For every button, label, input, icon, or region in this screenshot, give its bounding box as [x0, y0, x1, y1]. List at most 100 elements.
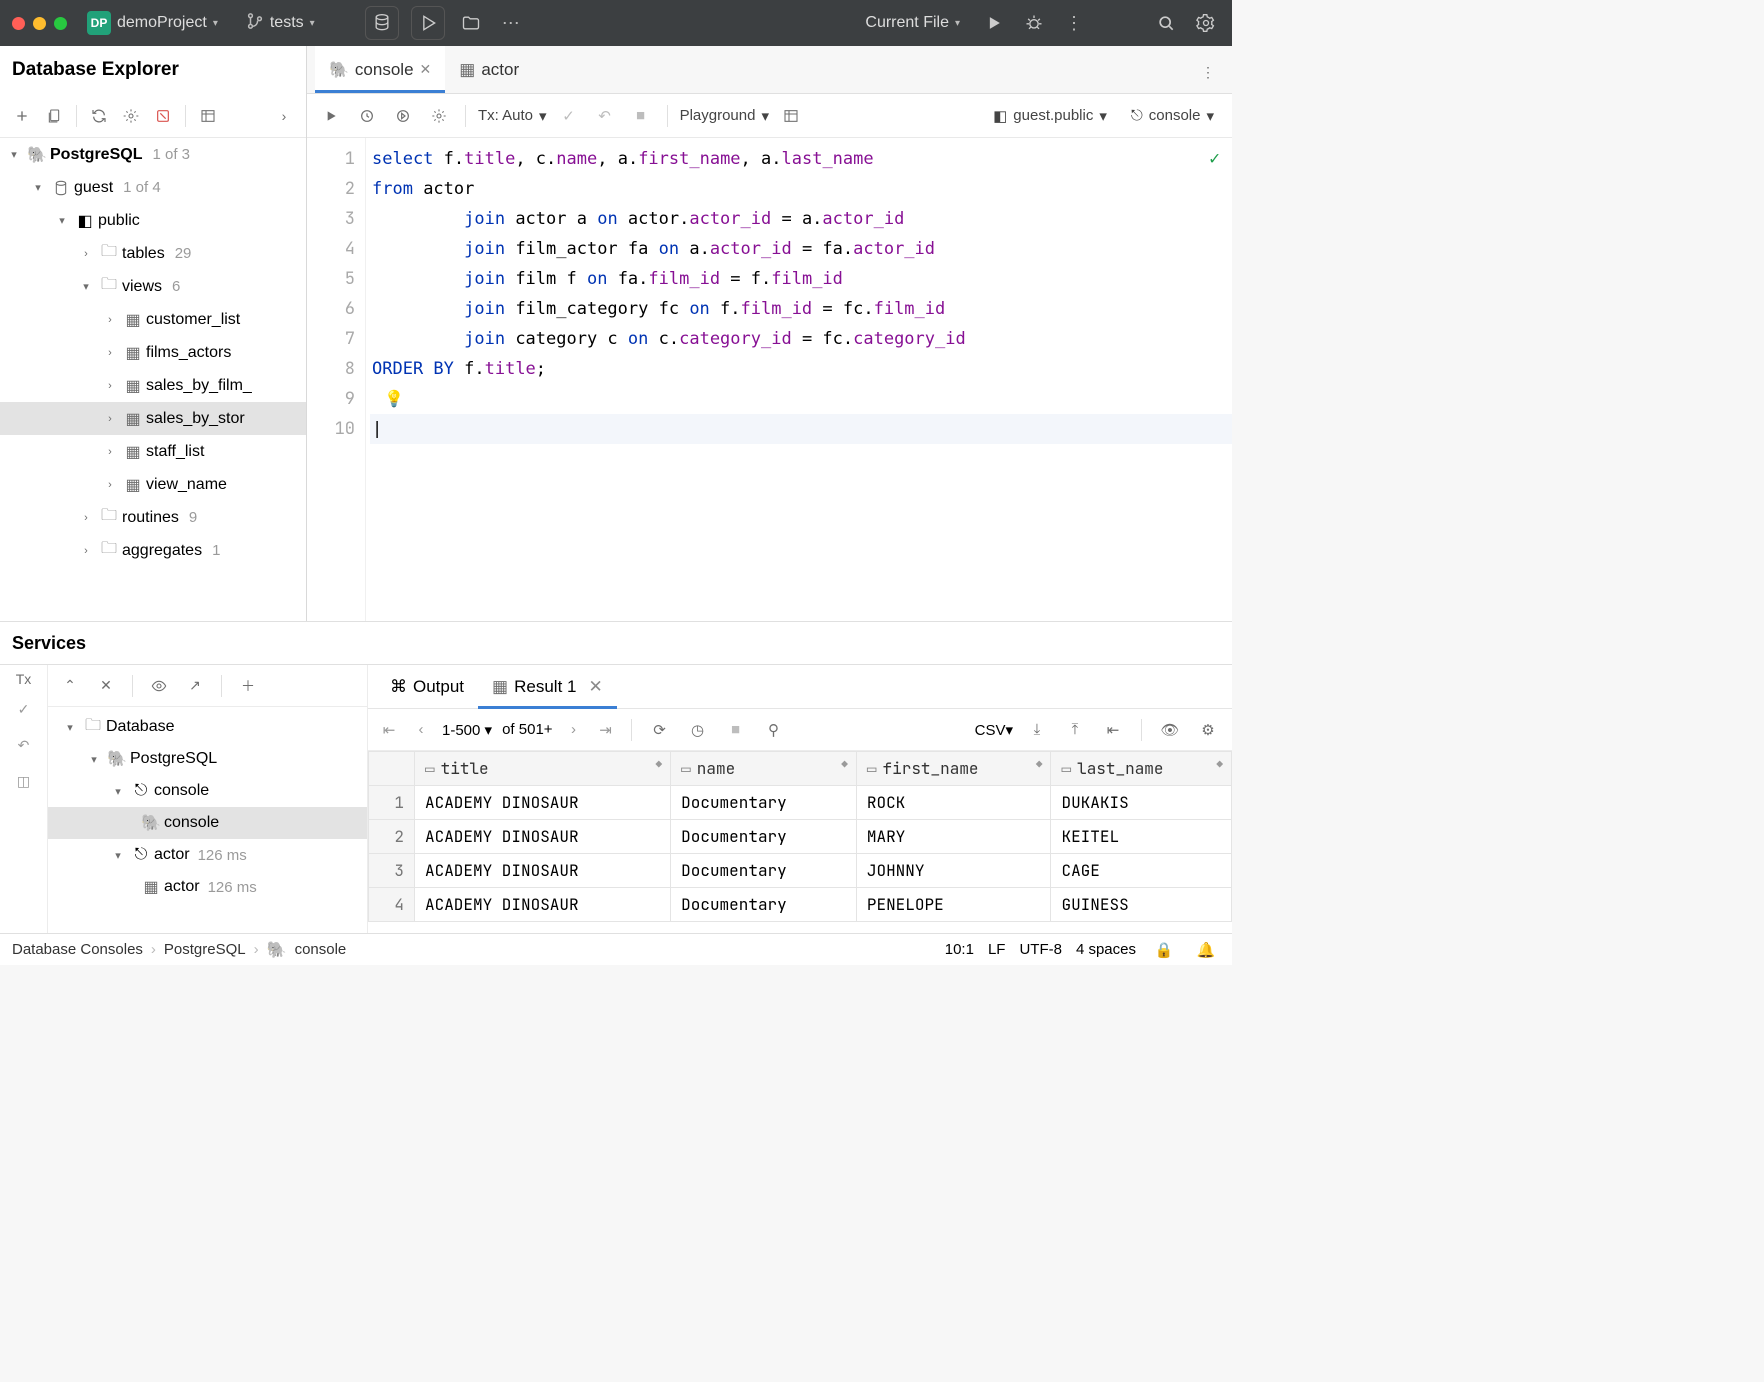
- tree-node-guest[interactable]: ▾ guest 1 of 4: [0, 171, 306, 204]
- explain-icon[interactable]: [389, 102, 417, 130]
- stop-icon[interactable]: ■: [722, 716, 750, 744]
- table-row[interactable]: 4ACADEMY DINOSAURDocumentaryPENELOPEGUIN…: [369, 888, 1232, 922]
- col-header-last-name[interactable]: ▭last_name◆: [1051, 752, 1232, 786]
- tab-console[interactable]: 🐘 console ✕: [315, 46, 445, 93]
- no-problems-icon[interactable]: ✓: [1209, 144, 1220, 174]
- col-header-first-name[interactable]: ▭first_name◆: [856, 752, 1051, 786]
- export-format[interactable]: CSV▾: [975, 721, 1013, 739]
- svc-node-postgresql[interactable]: ▾🐘PostgreSQL: [48, 743, 367, 775]
- svc-node-actor-leaf[interactable]: ▦actor126 ms: [48, 871, 367, 903]
- open-external-icon[interactable]: ↗: [181, 672, 209, 700]
- intention-bulb-icon[interactable]: 💡: [384, 384, 404, 414]
- tree-node-view[interactable]: ›▦sales_by_stor: [0, 402, 306, 435]
- more-actions-icon[interactable]: ⋮: [1060, 9, 1088, 37]
- table-row[interactable]: 3ACADEMY DINOSAURDocumentaryJOHNNYCAGE: [369, 854, 1232, 888]
- filter-settings-icon[interactable]: [117, 102, 145, 130]
- page-range[interactable]: 1-500 ▾: [442, 721, 492, 739]
- rollback-icon[interactable]: ↶: [591, 102, 619, 130]
- tree-node-view[interactable]: ›▦sales_by_film_: [0, 369, 306, 402]
- more-icon[interactable]: ⋯: [497, 9, 525, 37]
- tree-node-view[interactable]: ›▦staff_list: [0, 435, 306, 468]
- close-icon[interactable]: ✕: [588, 677, 602, 697]
- tab-result-1[interactable]: ▦Result 1✕: [478, 665, 617, 708]
- caret-position[interactable]: 10:1: [945, 941, 974, 958]
- breadcrumb[interactable]: Database Consoles› PostgreSQL› 🐘 console: [12, 940, 346, 960]
- prev-page-icon[interactable]: ‹: [410, 721, 432, 738]
- tree-node-views[interactable]: ▾🗀 views 6: [0, 270, 306, 303]
- copy-ddl-icon[interactable]: [40, 102, 68, 130]
- close-icon[interactable]: ✕: [420, 61, 432, 78]
- close-icon[interactable]: ✕: [92, 672, 120, 700]
- tree-node-tables[interactable]: ›🗀 tables 29: [0, 237, 306, 270]
- code-editor[interactable]: 12345678910 ✓ select f.title, c.name, a.…: [307, 138, 1232, 621]
- tree-node-aggregates[interactable]: ›🗀 aggregates 1: [0, 534, 306, 567]
- tree-node-postgresql[interactable]: ▾🐘 PostgreSQL 1 of 3: [0, 138, 306, 171]
- col-header-title[interactable]: ▭title◆: [415, 752, 671, 786]
- last-page-icon[interactable]: ⇥: [595, 721, 617, 739]
- vcs-branch[interactable]: tests ▾: [238, 8, 323, 39]
- table-row[interactable]: 2ACADEMY DINOSAURDocumentaryMARYKEITEL: [369, 820, 1232, 854]
- line-separator[interactable]: LF: [988, 941, 1006, 958]
- tree-node-view[interactable]: ›▦films_actors: [0, 336, 306, 369]
- tab-more-icon[interactable]: ⋮: [1194, 58, 1222, 86]
- svc-node-console[interactable]: 🐘console: [48, 807, 367, 839]
- session-selector[interactable]: ⎋ console▾: [1123, 103, 1222, 129]
- disconnect-icon[interactable]: [149, 102, 177, 130]
- eye-icon[interactable]: [145, 672, 173, 700]
- collapse-up-icon[interactable]: ⌃: [56, 672, 84, 700]
- notifications-icon[interactable]: 🔔: [1192, 936, 1220, 964]
- cancel-query-icon[interactable]: ■: [627, 102, 655, 130]
- results-grid[interactable]: ▭title◆ ▭name◆ ▭first_name◆ ▭last_name◆ …: [368, 751, 1232, 933]
- undo-icon[interactable]: ↶: [10, 731, 38, 759]
- expand-icon[interactable]: ›: [270, 102, 298, 130]
- run-icon[interactable]: [980, 9, 1008, 37]
- tree-node-routines[interactable]: ›🗀 routines 9: [0, 501, 306, 534]
- run-config-selector[interactable]: Current File ▾: [857, 10, 968, 36]
- upload-icon[interactable]: ⤒: [1061, 716, 1089, 744]
- tree-node-view[interactable]: ›▦view_name: [0, 468, 306, 501]
- tree-node-view[interactable]: ›▦customer_list: [0, 303, 306, 336]
- data-editor-icon[interactable]: [194, 102, 222, 130]
- add-icon[interactable]: [8, 102, 36, 130]
- check-icon[interactable]: ✓: [10, 695, 38, 723]
- debug-icon[interactable]: [1020, 9, 1048, 37]
- minimize-window[interactable]: [33, 17, 46, 30]
- database-tool-icon[interactable]: [365, 6, 399, 40]
- project-selector[interactable]: DP demoProject ▾: [79, 7, 226, 39]
- layout-icon[interactable]: ◫: [10, 767, 38, 795]
- stop-debug-icon[interactable]: [411, 6, 445, 40]
- download-icon[interactable]: ⤓: [1023, 716, 1051, 744]
- svc-node-database[interactable]: ▾🗀Database: [48, 711, 367, 743]
- view-mode-icon[interactable]: 👁: [1156, 716, 1184, 744]
- refresh-icon[interactable]: [85, 102, 113, 130]
- encoding[interactable]: UTF-8: [1019, 941, 1062, 958]
- first-page-icon[interactable]: ⇤: [378, 721, 400, 739]
- code-content[interactable]: ✓ select f.title, c.name, a.first_name, …: [365, 138, 1232, 621]
- indent-setting[interactable]: 4 spaces: [1076, 941, 1136, 958]
- import-icon[interactable]: ⇤: [1099, 716, 1127, 744]
- table-row[interactable]: 1ACADEMY DINOSAURDocumentaryROCKDUKAKIS: [369, 786, 1232, 820]
- maximize-window[interactable]: [54, 17, 67, 30]
- view-grid-icon[interactable]: [777, 102, 805, 130]
- svc-node-console-session[interactable]: ▾⎋console: [48, 775, 367, 807]
- tx-mode[interactable]: Tx: Auto▾: [478, 107, 547, 125]
- svc-node-actor-session[interactable]: ▾⎋actor126 ms: [48, 839, 367, 871]
- reload-icon[interactable]: ⟳: [646, 716, 674, 744]
- open-file-icon[interactable]: [457, 9, 485, 37]
- history-icon[interactable]: [353, 102, 381, 130]
- col-header-name[interactable]: ▭name◆: [671, 752, 857, 786]
- commit-icon[interactable]: ✓: [555, 102, 583, 130]
- close-window[interactable]: [12, 17, 25, 30]
- result-settings-icon[interactable]: ⚙: [1194, 716, 1222, 744]
- search-icon[interactable]: [1152, 9, 1180, 37]
- pin-icon[interactable]: ⚲: [760, 716, 788, 744]
- timer-icon[interactable]: ◷: [684, 716, 712, 744]
- schema-selector[interactable]: ◧ guest.public▾: [985, 103, 1115, 129]
- playground-mode[interactable]: Playground▾: [680, 107, 769, 125]
- next-page-icon[interactable]: ›: [563, 721, 585, 738]
- tab-actor[interactable]: ▦ actor: [445, 46, 533, 93]
- tab-output[interactable]: ⌘Output: [376, 665, 478, 708]
- lock-icon[interactable]: 🔒: [1150, 936, 1178, 964]
- settings-icon[interactable]: [1192, 9, 1220, 37]
- add-session-icon[interactable]: ＋: [234, 672, 262, 700]
